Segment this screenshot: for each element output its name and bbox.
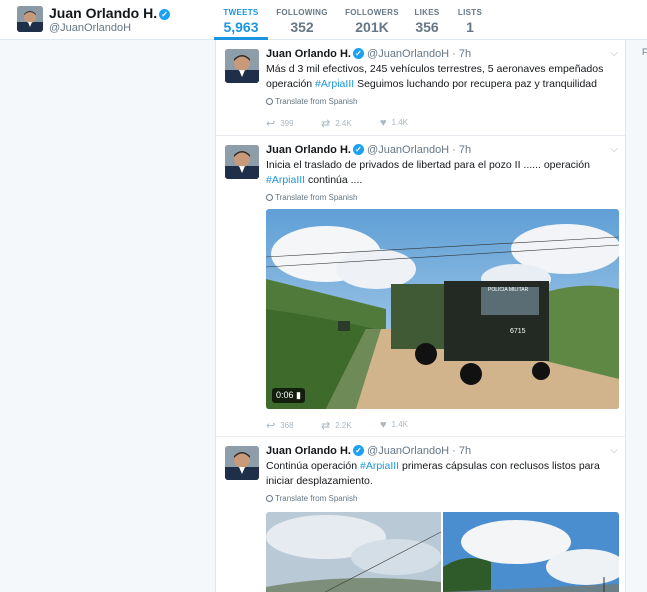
heart-icon: ♥ (380, 117, 387, 129)
tweet-header: Juan Orlando H. ✓ @JuanOrlandoH · 7h (266, 144, 471, 156)
reply-icon: ↩ (266, 420, 276, 432)
reply-icon: ↩ (266, 118, 276, 130)
nav-tweets[interactable]: TWEETS 5,963 (214, 0, 268, 40)
nav-following[interactable]: FOLLOWING 352 (276, 0, 328, 40)
verified-badge-icon: ✓ (159, 9, 171, 20)
tweet-text-part: Continúa operación (266, 460, 360, 472)
nav-lists-count: 1 (466, 19, 474, 35)
verified-badge-icon: ✓ (352, 144, 364, 155)
heart-icon: ♥ (380, 419, 387, 431)
tweet-header: Juan Orlando H. ✓ @JuanOrlandoH · 7h (266, 48, 471, 60)
reply-button[interactable]: ↩ 368 (266, 419, 294, 432)
nav-tweets-count: 5,963 (223, 19, 259, 35)
chevron-down-icon[interactable]: ⌵ (610, 48, 618, 59)
hashtag-link[interactable]: #ArpiaIII (360, 460, 399, 472)
retweet-button[interactable]: ⇄ 2.4K (321, 117, 352, 130)
translate-label: Translate from Spanish (275, 193, 358, 202)
verified-badge-icon: ✓ (352, 445, 364, 456)
tweet[interactable]: Juan Orlando H. ✓ @JuanOrlandoH · 7h ⌵ Co… (216, 437, 625, 592)
nav-tweets-label: TWEETS (223, 8, 259, 17)
globe-icon (266, 495, 273, 502)
avatar-image (225, 446, 259, 480)
video-player[interactable]: POLICIA MILITAR 6715 0:06 ▮ (266, 209, 619, 409)
tweet-author-name[interactable]: Juan Orlando H. (266, 48, 351, 60)
profile-handle[interactable]: @JuanOrlandoH (49, 22, 131, 34)
nav-likes-count: 356 (415, 19, 439, 35)
like-count: 1.4K (391, 420, 408, 429)
retweet-icon: ⇄ (321, 118, 331, 130)
nav-followers-label: FOLLOWERS (345, 8, 399, 17)
tweet-author-name[interactable]: Juan Orlando H. (266, 144, 351, 156)
timeline: Juan Orlando H. ✓ @JuanOrlandoH · 7h ⌵ Má… (215, 40, 626, 592)
retweet-count: 2.4K (335, 119, 352, 128)
like-button[interactable]: ♥ 1.4K (380, 419, 408, 431)
tweet-text-part: Seguimos luchando por recupera paz y tra… (354, 78, 597, 90)
volume-icon: ▮ (296, 390, 301, 400)
like-button[interactable]: ♥ 1.4K (380, 117, 408, 129)
translate-label: Translate from Spanish (275, 494, 358, 503)
nav-likes[interactable]: LIKES 356 (412, 0, 442, 40)
profile-name[interactable]: Juan Orlando H. ✓ (49, 5, 171, 21)
tweet-handle-time[interactable]: @JuanOrlandoH · 7h (367, 48, 471, 60)
tweet-text: Continúa operación #ArpiaIII primeras cá… (266, 459, 616, 489)
translate-link[interactable]: Translate from Spanish (266, 97, 357, 106)
translate-label: Translate from Spanish (275, 97, 358, 106)
translate-link[interactable]: Translate from Spanish (266, 193, 357, 202)
nav-followers[interactable]: FOLLOWERS 201K (342, 0, 402, 40)
profile-header-bar: Juan Orlando H. ✓ @JuanOrlandoH TWEETS 5,… (0, 0, 647, 40)
nav-lists-label: LISTS (457, 8, 483, 17)
like-count: 1.4K (391, 118, 408, 127)
globe-icon (266, 98, 273, 105)
tweet[interactable]: Juan Orlando H. ✓ @JuanOrlandoH · 7h ⌵ In… (216, 136, 625, 437)
tweet-header: Juan Orlando H. ✓ @JuanOrlandoH · 7h (266, 445, 471, 457)
nav-followers-count: 201K (355, 19, 389, 35)
video-thumbnail: POLICIA MILITAR 6715 (266, 209, 619, 409)
chevron-down-icon[interactable]: ⌵ (610, 445, 618, 456)
hashtag-link[interactable]: #ArpiaIII (266, 174, 305, 186)
tweet-text: Inicia el traslado de privados de libert… (266, 158, 616, 188)
nav-lists[interactable]: LISTS 1 (456, 0, 484, 40)
avatar-image (225, 145, 259, 179)
tweet-avatar[interactable] (225, 145, 259, 179)
reply-count: 399 (280, 119, 294, 128)
tweet-text-part: continúa .... (305, 174, 363, 186)
retweet-button[interactable]: ⇄ 2.2K (321, 419, 352, 432)
avatar-image (17, 6, 43, 32)
tweet-photos (266, 512, 619, 592)
tweet[interactable]: Juan Orlando H. ✓ @JuanOrlandoH · 7h ⌵ Má… (216, 40, 625, 136)
chevron-down-icon[interactable]: ⌵ (610, 144, 618, 155)
tweet-author-name[interactable]: Juan Orlando H. (266, 445, 351, 457)
retweet-count: 2.2K (335, 421, 352, 430)
tweet-text: Más d 3 mil efectivos, 245 vehículos ter… (266, 62, 616, 92)
profile-name-text: Juan Orlando H. (49, 5, 158, 21)
tweet-avatar[interactable] (225, 446, 259, 480)
reply-button[interactable]: ↩ 399 (266, 117, 294, 130)
truck-label: POLICIA MILITAR (488, 287, 529, 293)
translate-link[interactable]: Translate from Spanish (266, 494, 357, 503)
tweet-handle-time[interactable]: @JuanOrlandoH · 7h (367, 445, 471, 457)
globe-icon (266, 194, 273, 201)
verified-badge-icon: ✓ (352, 48, 364, 59)
retweet-icon: ⇄ (321, 420, 331, 432)
tweet-text-part: Inicia el traslado de privados de libert… (266, 159, 590, 171)
hashtag-link[interactable]: #ArpiaIII (315, 78, 354, 90)
nav-following-count: 352 (290, 19, 314, 35)
profile-avatar[interactable] (17, 6, 43, 32)
video-duration-text: 0:06 (276, 390, 294, 400)
photo-grid[interactable] (266, 512, 619, 592)
nav-following-label: FOLLOWING (276, 8, 328, 17)
tweet-avatar[interactable] (225, 49, 259, 83)
tweet-handle-time[interactable]: @JuanOrlandoH · 7h (367, 144, 471, 156)
nav-likes-label: LIKES (414, 8, 440, 17)
right-column-edge-text: F (642, 47, 647, 57)
truck-number: 6715 (510, 328, 526, 335)
reply-count: 368 (280, 421, 294, 430)
avatar-image (225, 49, 259, 83)
video-duration: 0:06 ▮ (272, 388, 305, 403)
